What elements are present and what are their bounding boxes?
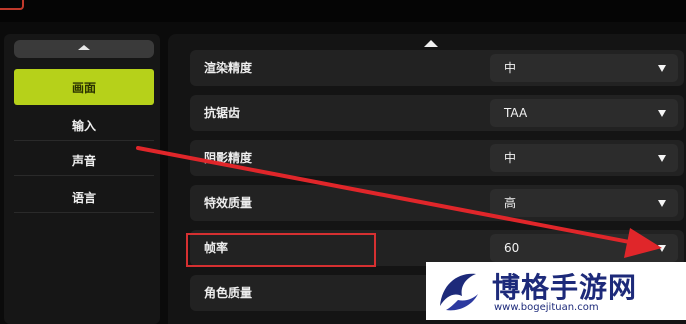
setting-label: 抗锯齿: [204, 106, 241, 120]
effects-quality-dropdown[interactable]: 高: [490, 189, 678, 217]
shadow-precision-dropdown[interactable]: 中: [490, 144, 678, 172]
watermark: 博格手游网 www.bogejituan.com: [426, 262, 686, 320]
sidebar-item-sound[interactable]: 声音: [14, 145, 154, 176]
sidebar-scroll-up-button[interactable]: [14, 40, 154, 58]
top-bar: [0, 0, 686, 22]
watermark-logo-icon: [440, 273, 478, 311]
setting-label: 阴影精度: [204, 151, 253, 165]
frame-rate-dropdown[interactable]: 60: [490, 234, 678, 262]
sidebar-item-label: 语言: [71, 190, 96, 205]
caret-down-icon: [658, 65, 666, 72]
setting-row-anti-aliasing: 抗锯齿 TAA: [190, 95, 684, 131]
watermark-name: 博格手游网: [492, 271, 638, 304]
caret-down-icon: [658, 155, 666, 162]
dropdown-value: 中: [504, 151, 517, 165]
setting-label: 渲染精度: [204, 61, 253, 75]
setting-row-effects-quality: 特效质量 高: [190, 185, 684, 221]
back-button[interactable]: [0, 0, 24, 10]
anti-aliasing-dropdown[interactable]: TAA: [490, 99, 678, 127]
sidebar-item-input[interactable]: 输入: [14, 110, 154, 141]
caret-down-icon: [658, 245, 666, 252]
sidebar-item-language[interactable]: 语言: [14, 182, 154, 213]
watermark-url: www.bogejituan.com: [494, 302, 599, 313]
dropdown-value: 60: [504, 241, 520, 255]
sidebar-item-graphics[interactable]: 画面: [14, 69, 154, 105]
dropdown-value: TAA: [504, 106, 528, 120]
caret-down-icon: [658, 200, 666, 207]
chevron-up-icon: [78, 45, 90, 50]
sidebar-item-label: 声音: [71, 153, 96, 168]
sidebar-item-label: 输入: [71, 118, 96, 133]
frame-rate-highlight-box: [186, 233, 376, 267]
setting-label: 角色质量: [204, 286, 253, 300]
caret-down-icon: [658, 110, 666, 117]
settings-sidebar: 画面 输入 声音 语言: [4, 34, 160, 324]
sidebar-item-label: 画面: [71, 80, 96, 95]
panel-scroll-up-icon[interactable]: [424, 40, 438, 47]
dropdown-value: 高: [504, 196, 517, 210]
setting-label: 特效质量: [204, 196, 253, 210]
render-precision-dropdown[interactable]: 中: [490, 54, 678, 82]
setting-row-shadow-precision: 阴影精度 中: [190, 140, 684, 176]
setting-row-render-precision: 渲染精度 中: [190, 50, 684, 86]
dropdown-value: 中: [504, 61, 517, 75]
